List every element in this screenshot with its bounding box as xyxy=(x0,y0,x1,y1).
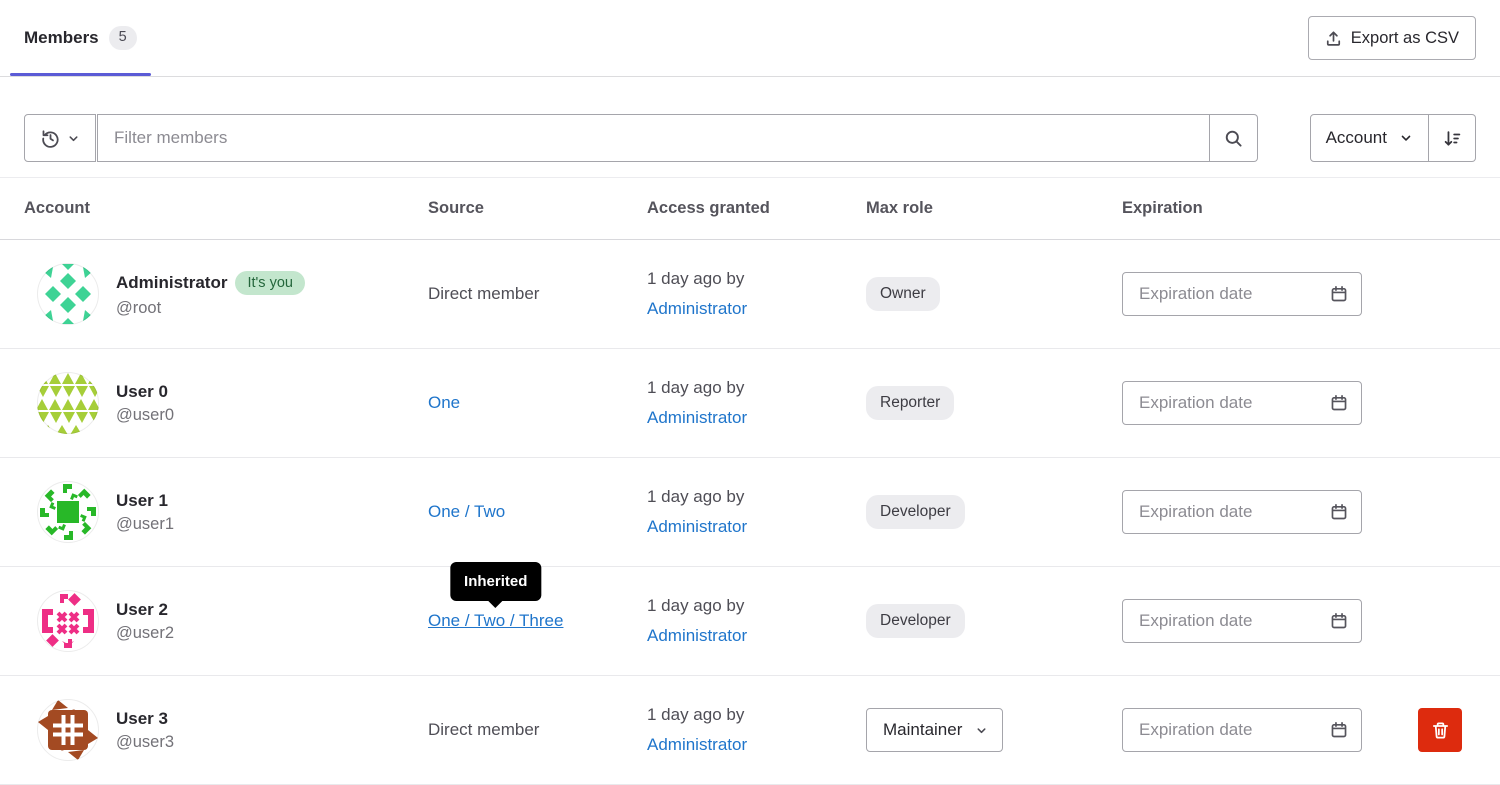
member-username: @user2 xyxy=(116,624,174,643)
member-name: User 1 xyxy=(116,491,168,511)
calendar-icon xyxy=(1330,612,1348,630)
tab-bar: Members 5 Export as CSV xyxy=(0,0,1500,77)
member-row-user1: User 1 @user1 One / Two 1 day ago by Adm… xyxy=(0,458,1500,567)
access-granted-by-link[interactable]: Administrator xyxy=(647,621,747,651)
member-row-administrator: Administrator It's you @root Direct memb… xyxy=(0,240,1500,349)
expiration-placeholder: Expiration date xyxy=(1139,611,1252,631)
filter-input-group xyxy=(24,114,1258,162)
access-granted-by-link[interactable]: Administrator xyxy=(647,403,747,433)
members-table: Account Source Access granted Max role E… xyxy=(0,178,1500,785)
expiration-date-input[interactable]: Expiration date xyxy=(1122,490,1362,534)
chevron-down-icon xyxy=(1399,131,1413,145)
source-link[interactable]: One xyxy=(428,393,460,412)
access-granted-by-link[interactable]: Administrator xyxy=(647,294,747,324)
access-granted-by-link[interactable]: Administrator xyxy=(647,512,747,542)
chevron-down-icon xyxy=(975,724,988,737)
search-icon xyxy=(1224,129,1243,148)
member-username: @user1 xyxy=(116,515,174,534)
source-text: Direct member xyxy=(428,720,539,739)
access-granted-when: 1 day ago by xyxy=(647,378,744,397)
inherited-tooltip-label: Inherited xyxy=(464,573,527,590)
calendar-icon xyxy=(1330,285,1348,303)
access-granted-when: 1 day ago by xyxy=(647,705,744,724)
source-link[interactable]: One / Two xyxy=(428,502,505,521)
sort-controls: Account xyxy=(1310,114,1476,162)
column-header-max-role: Max role xyxy=(866,199,1122,218)
member-row-user3: User 3 @user3 Direct member 1 day ago by… xyxy=(0,676,1500,785)
expiration-date-input[interactable]: Expiration date xyxy=(1122,272,1362,316)
filter-members-input[interactable] xyxy=(97,114,1210,162)
column-header-expiration: Expiration xyxy=(1122,199,1418,218)
filter-history-button[interactable] xyxy=(24,114,96,162)
member-name: Administrator xyxy=(116,273,227,293)
member-username: @root xyxy=(116,299,305,318)
column-header-source: Source xyxy=(428,199,647,218)
max-role-dropdown[interactable]: Maintainer xyxy=(866,708,1003,752)
member-name: User 3 xyxy=(116,709,168,729)
calendar-icon xyxy=(1330,721,1348,739)
its-you-badge: It's you xyxy=(235,271,304,295)
sort-descending-icon xyxy=(1443,129,1462,148)
export-csv-label: Export as CSV xyxy=(1351,29,1459,48)
remove-member-button[interactable] xyxy=(1418,708,1462,752)
column-header-access-granted: Access granted xyxy=(647,199,866,218)
avatar xyxy=(36,698,100,762)
history-icon xyxy=(41,129,60,148)
expiration-placeholder: Expiration date xyxy=(1139,502,1252,522)
access-granted-when: 1 day ago by xyxy=(647,596,744,615)
expiration-date-input[interactable]: Expiration date xyxy=(1122,708,1362,752)
avatar xyxy=(36,262,100,326)
sort-field-dropdown[interactable]: Account xyxy=(1310,114,1429,162)
expiration-placeholder: Expiration date xyxy=(1139,284,1252,304)
member-row-user2: User 2 @user2 Inherited One / Two / Thre… xyxy=(0,567,1500,676)
member-row-user0: User 0 @user0 One 1 day ago by Administr… xyxy=(0,349,1500,458)
search-button[interactable] xyxy=(1210,114,1258,162)
access-granted-by-link[interactable]: Administrator xyxy=(647,730,747,760)
source-link[interactable]: One / Two / Three xyxy=(428,611,563,630)
max-role-badge: Reporter xyxy=(866,386,954,420)
trash-icon xyxy=(1431,721,1450,740)
max-role-badge: Developer xyxy=(866,604,965,638)
avatar xyxy=(36,371,100,435)
expiration-placeholder: Expiration date xyxy=(1139,393,1252,413)
chevron-down-icon xyxy=(67,132,80,145)
member-name: User 0 xyxy=(116,382,168,402)
export-csv-button[interactable]: Export as CSV xyxy=(1308,16,1476,60)
inherited-tooltip: Inherited xyxy=(450,562,541,601)
avatar xyxy=(36,480,100,544)
members-count-badge: 5 xyxy=(109,26,137,49)
expiration-placeholder: Expiration date xyxy=(1139,720,1252,740)
tab-members[interactable]: Members 5 xyxy=(10,0,151,76)
filter-bar: Account xyxy=(0,77,1500,178)
table-header-row: Account Source Access granted Max role E… xyxy=(0,178,1500,240)
export-icon xyxy=(1325,30,1342,47)
expiration-date-input[interactable]: Expiration date xyxy=(1122,599,1362,643)
member-username: @user0 xyxy=(116,406,174,425)
tab-members-label: Members xyxy=(24,28,99,48)
member-name: User 2 xyxy=(116,600,168,620)
max-role-badge: Developer xyxy=(866,495,965,529)
access-granted-when: 1 day ago by xyxy=(647,269,744,288)
sort-field-label: Account xyxy=(1326,128,1387,148)
member-username: @user3 xyxy=(116,733,174,752)
max-role-badge: Owner xyxy=(866,277,940,311)
sort-direction-button[interactable] xyxy=(1429,114,1476,162)
calendar-icon xyxy=(1330,394,1348,412)
column-header-account: Account xyxy=(24,199,428,218)
calendar-icon xyxy=(1330,503,1348,521)
avatar xyxy=(36,589,100,653)
expiration-date-input[interactable]: Expiration date xyxy=(1122,381,1362,425)
access-granted-when: 1 day ago by xyxy=(647,487,744,506)
source-text: Direct member xyxy=(428,284,539,303)
max-role-dropdown-label: Maintainer xyxy=(883,720,962,740)
